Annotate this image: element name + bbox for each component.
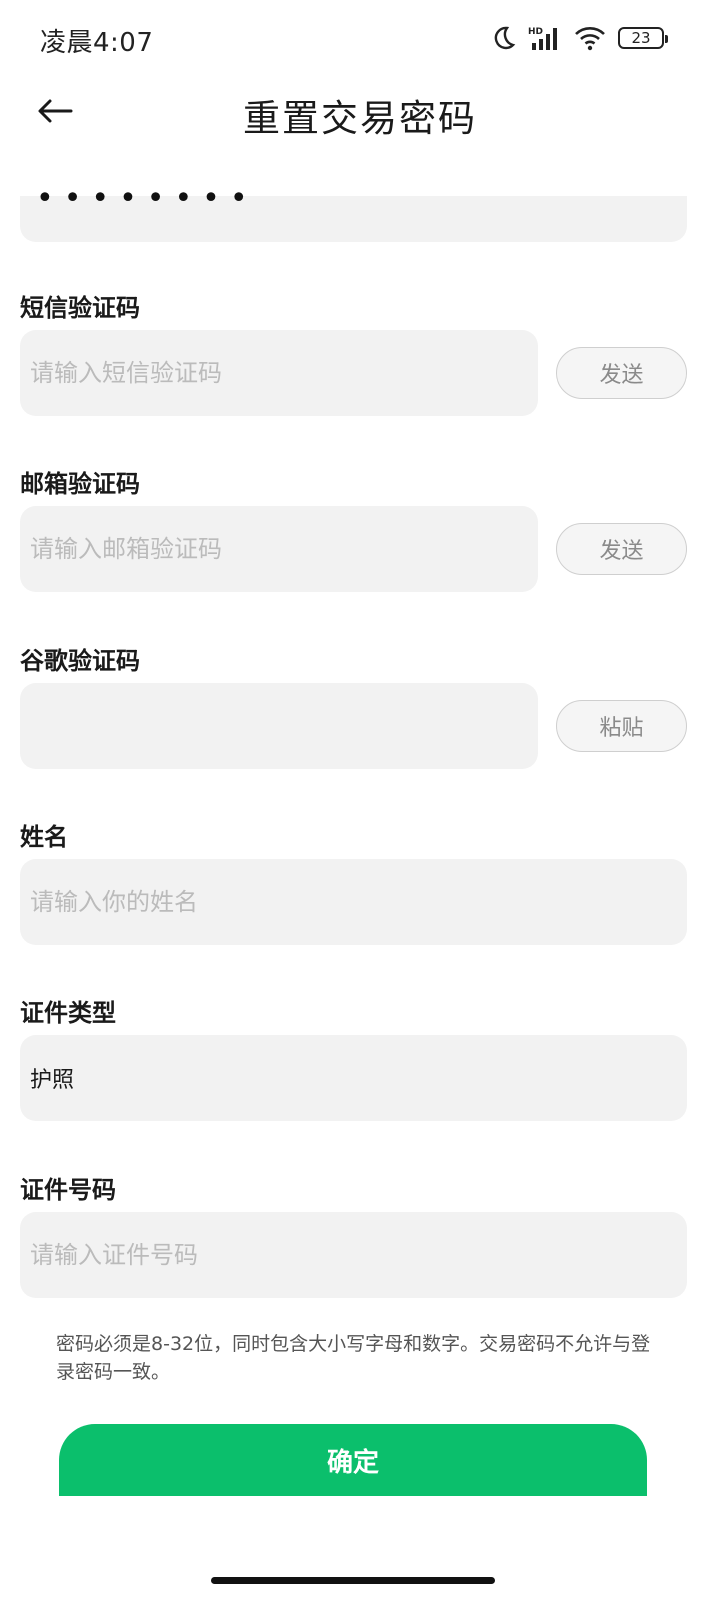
hd-signal-icon: HD xyxy=(528,25,562,51)
svg-text:HD: HD xyxy=(528,27,543,37)
google-code-group: 谷歌验证码 粘贴 xyxy=(20,641,687,769)
battery-icon: 23 xyxy=(618,27,668,49)
google-code-label: 谷歌验证码 xyxy=(20,647,140,675)
status-icons: HD 23 xyxy=(490,22,668,54)
google-code-input[interactable] xyxy=(20,683,538,769)
wifi-icon xyxy=(574,25,606,51)
id-number-group: 证件号码 xyxy=(20,1170,687,1298)
email-code-group: 邮箱验证码 发送 xyxy=(20,464,687,592)
status-time: 凌晨4:07 xyxy=(40,28,154,58)
email-code-input[interactable] xyxy=(20,506,538,592)
sms-code-group: 短信验证码 发送 xyxy=(20,288,687,416)
send-sms-button[interactable]: 发送 xyxy=(556,347,687,399)
id-type-label: 证件类型 xyxy=(20,999,116,1027)
reset-trade-password-screen: 凌晨4:07 HD 23 重置交易密码 •••••••• 短信验证码 请输入短信… xyxy=(0,0,720,1600)
paste-button[interactable]: 粘贴 xyxy=(556,700,687,752)
home-indicator[interactable] xyxy=(211,1577,495,1584)
send-email-button[interactable]: 发送 xyxy=(556,523,687,575)
email-code-label: 邮箱验证码 xyxy=(20,470,140,498)
confirm-button[interactable]: 确定 xyxy=(59,1424,647,1496)
name-input[interactable] xyxy=(20,859,687,945)
page-title: 重置交易密码 xyxy=(243,97,477,140)
sms-code-label: 短信验证码 xyxy=(20,294,140,322)
id-number-label: 证件号码 xyxy=(20,1176,116,1204)
password-field[interactable]: •••••••• xyxy=(20,184,687,242)
status-bar: 凌晨4:07 HD 23 xyxy=(0,0,720,78)
id-type-group: 证件类型 护照 xyxy=(20,993,687,1121)
password-masked-value: •••••••• xyxy=(36,181,258,216)
header: 重置交易密码 xyxy=(0,78,720,148)
name-group: 姓名 xyxy=(20,817,687,945)
id-number-input[interactable] xyxy=(20,1212,687,1298)
id-type-value: 护照 xyxy=(30,1068,75,1093)
password-hint: 密码必须是8-32位，同时包含大小写字母和数字。交易密码不允许与登录密码一致。 xyxy=(56,1333,651,1383)
id-type-select[interactable]: 护照 xyxy=(20,1035,687,1121)
moon-icon xyxy=(490,25,516,51)
reset-form: •••••••• 短信验证码 发送 邮箱验证码 发送 谷歌验证码 粘贴 姓名 证… xyxy=(20,184,687,1298)
sms-code-input[interactable] xyxy=(20,330,538,416)
name-label: 姓名 xyxy=(20,823,68,851)
